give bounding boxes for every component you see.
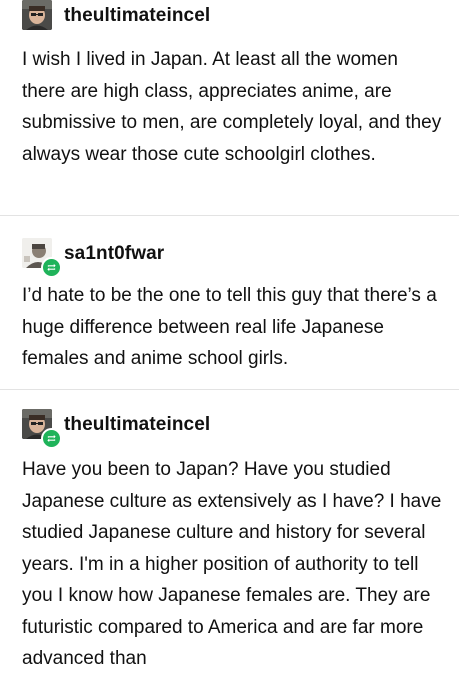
post-3-username[interactable]: theultimateincel bbox=[64, 414, 210, 436]
post-2: sa1nt0fwar I’d hate to be the one to tel… bbox=[0, 215, 459, 389]
post-2-body: I’d hate to be the one to tell this guy … bbox=[22, 285, 437, 369]
profile-photo-icon bbox=[22, 0, 52, 30]
post-3-avatar[interactable] bbox=[22, 409, 62, 449]
post-3-header: theultimateincel bbox=[22, 409, 210, 449]
reblog-icon bbox=[41, 257, 62, 278]
post-1-username[interactable]: theultimateincel bbox=[64, 5, 210, 27]
post-1-avatar[interactable] bbox=[22, 0, 54, 32]
post-3: theultimateincel Have you been to Japan?… bbox=[0, 389, 459, 669]
post-1-body: I wish I lived in Japan. At least all th… bbox=[22, 49, 442, 165]
post-2-avatar[interactable] bbox=[22, 238, 62, 278]
post-2-header: sa1nt0fwar bbox=[22, 238, 164, 278]
post-3-body: Have you been to Japan? Have you studied… bbox=[22, 459, 442, 669]
post-2-username[interactable]: sa1nt0fwar bbox=[64, 243, 164, 265]
post-1-header: theultimateincel bbox=[22, 0, 210, 32]
reblog-icon bbox=[41, 428, 62, 449]
post-1: theultimateincel I wish I lived in Japan… bbox=[0, 0, 459, 215]
